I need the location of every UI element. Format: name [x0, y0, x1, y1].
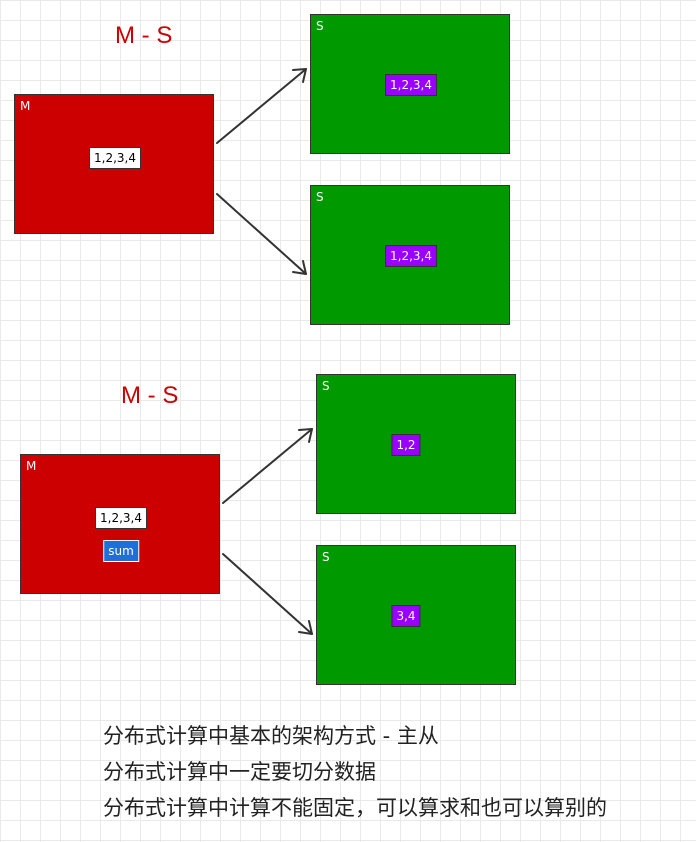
note-line: 分布式计算中计算不能固定，可以算求和也可以算别的	[103, 796, 607, 820]
arrow-1b	[216, 193, 307, 275]
note-line: 分布式计算中一定要切分数据	[103, 760, 376, 784]
note-line: 分布式计算中基本的架构方式 - 主从	[103, 724, 439, 748]
arrow-2b	[222, 553, 313, 635]
notes: 分布式计算中基本的架构方式 - 主从 分布式计算中一定要切分数据 分布式计算中计…	[103, 718, 607, 826]
arrows-layer	[216, 68, 313, 635]
arrow-2a	[222, 428, 313, 504]
arrow-1a	[216, 68, 307, 144]
